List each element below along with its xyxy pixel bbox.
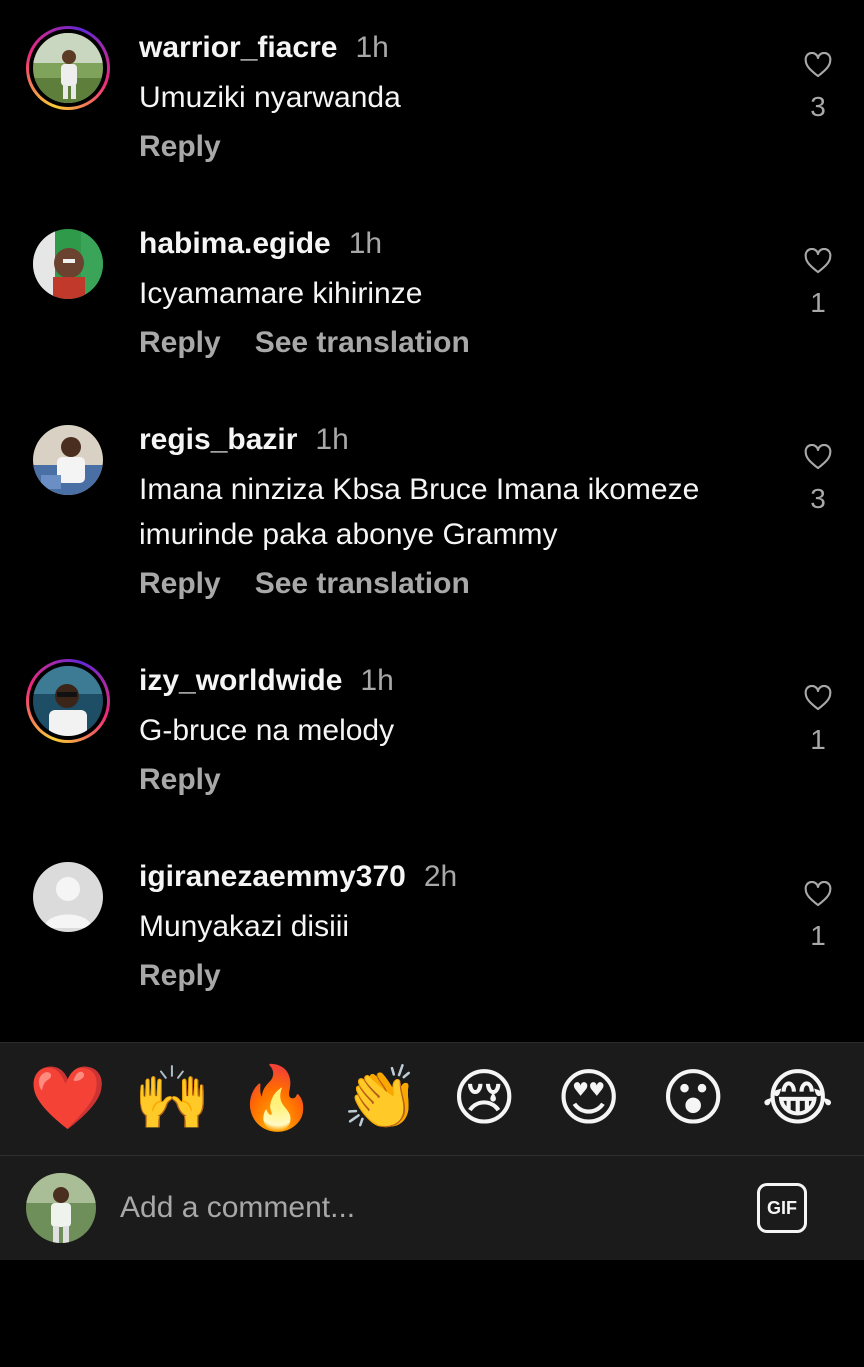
heart-outline-icon[interactable] <box>804 444 832 470</box>
username[interactable]: habima.egide <box>139 227 331 260</box>
emoji-heart[interactable]: ❤️ <box>29 1068 106 1130</box>
heart-outline-icon[interactable] <box>804 52 832 78</box>
like-group: 3 <box>798 52 838 122</box>
emoji-surprised-face[interactable]: 😮 <box>656 1068 730 1130</box>
comment-composer: Add a comment... GIF <box>0 1156 864 1260</box>
comment-header: habima.egide 1h <box>139 226 382 262</box>
comment-header: igiranezaemmy370 2h <box>139 859 457 895</box>
comment-header: regis_bazir 1h <box>139 422 349 458</box>
comments-list: warrior_fiacre 1h Umuziki nyarwanda Reply… <box>0 0 864 1042</box>
username[interactable]: izy_worldwide <box>139 664 342 697</box>
comment-actions: Reply <box>139 958 221 994</box>
timestamp: 1h <box>360 664 394 697</box>
emoji-raising-hands[interactable]: 🙌 <box>134 1068 211 1130</box>
username[interactable]: warrior_fiacre <box>139 31 337 64</box>
comment-text: Icyamamare kihirinze <box>139 277 423 310</box>
heart-outline-icon[interactable] <box>804 881 832 907</box>
comment-header: warrior_fiacre 1h <box>139 30 389 66</box>
comment-actions: Reply See translation <box>139 325 470 361</box>
emoji-heart-eyes[interactable]: 😍 <box>552 1068 626 1130</box>
comment-item: izy_worldwide 1h G-bruce na melody Reply … <box>0 633 864 829</box>
avatar-story-ring[interactable] <box>26 659 110 743</box>
comment-item: warrior_fiacre 1h Umuziki nyarwanda Reply… <box>0 0 864 196</box>
comment-item: regis_bazir 1h Imana ninziza Kbsa Bruce I… <box>0 392 864 633</box>
comment-text: Umuziki nyarwanda <box>139 81 401 114</box>
avatar-wrapper[interactable] <box>26 222 110 306</box>
like-group: 1 <box>798 248 838 318</box>
gif-label: GIF <box>767 1197 797 1218</box>
comment-text: Munyakazi disiii <box>139 910 350 943</box>
comment-header: izy_worldwide 1h <box>139 663 394 699</box>
comment-actions: Reply See translation <box>139 566 470 602</box>
like-count: 1 <box>810 724 826 755</box>
like-count: 1 <box>810 920 826 951</box>
comment-actions: Reply <box>139 762 221 798</box>
timestamp: 2h <box>423 860 458 893</box>
avatar-story-ring[interactable] <box>26 26 110 110</box>
comment-text: G-bruce na melody <box>139 714 395 747</box>
username[interactable]: regis_bazir <box>139 423 297 456</box>
avatar[interactable] <box>33 229 103 299</box>
emoji-clapping-hands[interactable]: 👏 <box>343 1068 420 1130</box>
comment-actions: Reply <box>139 129 221 165</box>
avatar[interactable] <box>33 666 103 736</box>
like-group: 1 <box>798 881 838 951</box>
like-group: 1 <box>798 685 838 755</box>
timestamp: 1h <box>348 227 383 260</box>
emoji-fire[interactable]: 🔥 <box>238 1068 315 1130</box>
default-avatar-icon[interactable] <box>33 862 103 932</box>
avatar[interactable] <box>33 425 103 495</box>
reply-button[interactable]: Reply <box>139 567 221 600</box>
reply-button[interactable]: Reply <box>139 763 221 796</box>
see-translation-button[interactable]: See translation <box>255 567 470 600</box>
like-count: 3 <box>810 483 826 514</box>
comment-item: habima.egide 1h Icyamamare kihirinze Repl… <box>0 196 864 392</box>
username[interactable]: igiranezaemmy370 <box>139 860 406 893</box>
reply-button[interactable]: Reply <box>139 959 221 992</box>
heart-outline-icon[interactable] <box>804 685 832 711</box>
see-translation-button[interactable]: See translation <box>255 326 470 359</box>
current-user-avatar <box>26 1173 96 1243</box>
avatar-wrapper[interactable] <box>26 418 110 502</box>
reply-button[interactable]: Reply <box>139 326 221 359</box>
comment-item: igiranezaemmy370 2h Munyakazi disiii Repl… <box>0 829 864 1025</box>
reply-button[interactable]: Reply <box>139 130 221 163</box>
gif-button[interactable]: GIF <box>757 1183 807 1233</box>
avatar[interactable] <box>33 33 103 103</box>
comment-input[interactable]: Add a comment... <box>120 1190 355 1226</box>
timestamp: 1h <box>355 31 389 64</box>
like-count: 1 <box>810 287 826 318</box>
like-count: 3 <box>810 91 826 122</box>
heart-outline-icon[interactable] <box>804 248 832 274</box>
emoji-tears-of-joy[interactable]: 😂 <box>761 1068 835 1130</box>
like-group: 3 <box>798 444 838 514</box>
comment-text: Imana ninziza Kbsa Bruce Imana ikomeze i… <box>139 473 700 551</box>
timestamp: 1h <box>315 423 349 456</box>
avatar-wrapper[interactable] <box>26 855 110 939</box>
emoji-quick-reactions: ❤️ 🙌 🔥 👏 😢 😍 😮 😂 <box>0 1042 864 1156</box>
emoji-crying-face[interactable]: 😢 <box>447 1068 521 1130</box>
